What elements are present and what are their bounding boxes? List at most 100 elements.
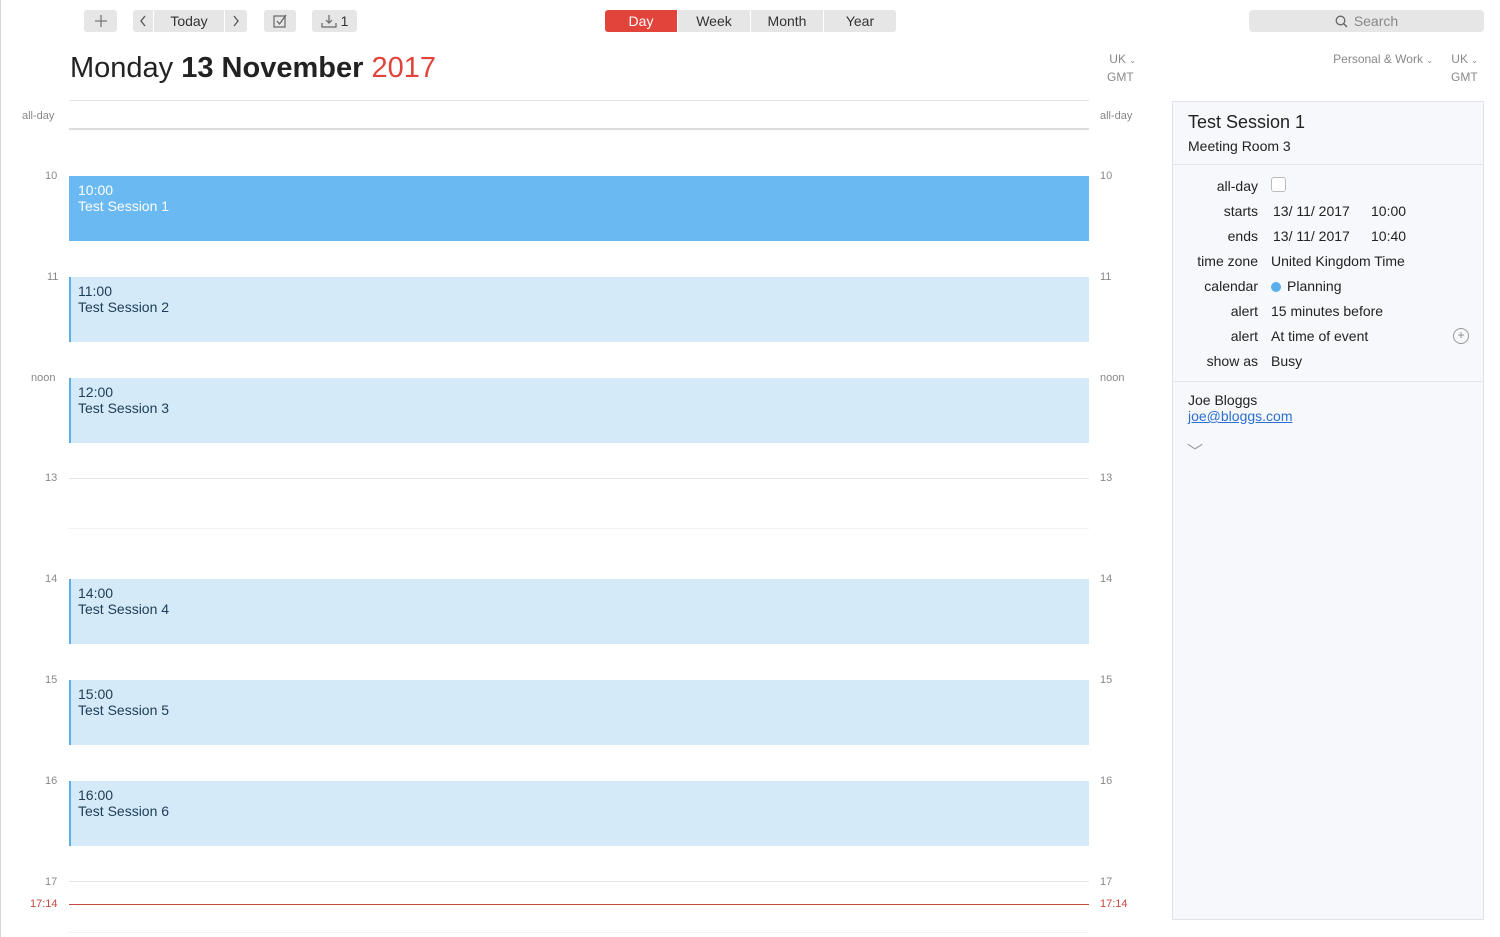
event-block[interactable]: 16:00 Test Session 6 — [69, 781, 1089, 846]
hour-label: noon — [31, 372, 56, 384]
event-time: 14:00 — [78, 585, 114, 601]
calendar-color-dot — [1271, 282, 1281, 292]
hour-label: 10 — [45, 170, 58, 182]
hour-label: 13 — [45, 472, 58, 484]
calendar-selector[interactable]: Planning — [1271, 278, 1342, 294]
timezone-zone: GMT — [1107, 70, 1134, 84]
event-time: 15:00 — [78, 686, 114, 702]
hour-label: 17 — [1100, 876, 1113, 888]
ends-label: ends — [1227, 228, 1258, 244]
hour-label: 11 — [1100, 271, 1112, 283]
add-event-button[interactable] — [84, 10, 117, 32]
half-hour-line — [69, 932, 1089, 933]
current-time-label: 17:14 — [30, 898, 58, 910]
starts-time[interactable]: 10:00 — [1371, 203, 1406, 219]
event-inspector: Test Session 1 Meeting Room 3 all-day st… — [1172, 101, 1484, 920]
chevron-down-icon: ⌄ — [1129, 56, 1136, 65]
ends-date[interactable]: 13/ 11/ 2017 — [1273, 228, 1350, 244]
event-block[interactable]: 10:00 Test Session 1 — [69, 176, 1089, 241]
alert-label: alert — [1230, 303, 1258, 319]
event-title: Test Session 1 — [78, 198, 170, 214]
timezone-selector[interactable]: UK ⌄ GMT — [1104, 51, 1136, 85]
event-title: Test Session 5 — [78, 702, 170, 718]
contact-email-link[interactable]: joe@bloggs.com — [1188, 408, 1293, 424]
hour-label: 10 — [1100, 170, 1113, 182]
event-block[interactable]: 15:00 Test Session 5 — [69, 680, 1089, 745]
event-time: 10:00 — [78, 182, 114, 198]
allday-label: all-day — [22, 110, 55, 122]
hour-label: noon — [1100, 372, 1125, 384]
inbox-button[interactable]: 1 — [312, 10, 357, 32]
inspector-timezone-selector[interactable]: UK ⌄ GMT — [1446, 51, 1478, 85]
hour-label: 11 — [47, 271, 59, 283]
hour-line — [69, 881, 1089, 882]
hour-label: 17 — [45, 876, 58, 888]
ends-time[interactable]: 10:40 — [1371, 228, 1406, 244]
event-block[interactable]: 12:00 Test Session 3 — [69, 378, 1089, 443]
hour-label: 14 — [45, 573, 58, 585]
alert-1-value[interactable]: 15 minutes before — [1271, 303, 1383, 319]
alert-2-value[interactable]: At time of event — [1271, 328, 1368, 344]
plus-icon — [94, 15, 107, 27]
timezone-region: UK — [1451, 52, 1468, 66]
hour-line — [69, 478, 1089, 479]
timezone-label: time zone — [1197, 253, 1258, 269]
add-alert-icon[interactable]: + — [1453, 328, 1469, 344]
starts-label: starts — [1223, 203, 1258, 219]
divider — [1173, 381, 1483, 382]
timezone-region: UK — [1109, 52, 1126, 66]
allday-label-right: all-day — [1100, 110, 1133, 122]
expand-chevron-icon[interactable]: ﹀ — [1187, 438, 1203, 462]
contact-name: Joe Bloggs — [1188, 392, 1258, 408]
chevron-left-icon — [140, 15, 146, 27]
view-year-tab[interactable]: Year — [824, 10, 896, 32]
title-date: 13 November — [181, 52, 364, 84]
divider — [1173, 164, 1483, 165]
hour-label: 13 — [1100, 472, 1113, 484]
search-placeholder: Search — [1353, 13, 1399, 29]
allday-checkbox[interactable] — [1271, 177, 1286, 192]
today-button[interactable]: Today — [154, 10, 224, 32]
previous-day-button[interactable] — [133, 10, 153, 32]
inspector-location[interactable]: Meeting Room 3 — [1188, 138, 1291, 154]
inspector-title[interactable]: Test Session 1 — [1188, 112, 1305, 133]
view-week-tab[interactable]: Week — [678, 10, 750, 32]
event-time: 11:00 — [78, 283, 112, 299]
calendar-label: calendar — [1204, 278, 1258, 294]
view-day-tab[interactable]: Day — [605, 10, 677, 32]
event-time: 16:00 — [78, 787, 114, 803]
hour-label: 16 — [45, 775, 58, 787]
event-time: 12:00 — [78, 384, 114, 400]
tasks-button[interactable] — [264, 10, 296, 32]
event-block[interactable]: 11:00 Test Session 2 — [69, 277, 1089, 342]
calendars-selector[interactable]: Personal & Work ⌄ — [1320, 51, 1433, 69]
hour-label: 16 — [1100, 775, 1113, 787]
event-title: Test Session 3 — [78, 400, 170, 416]
current-time-line — [69, 904, 1089, 905]
search-icon — [1335, 15, 1348, 27]
search-field[interactable]: Search — [1249, 10, 1484, 32]
current-time-label-right: 17:14 — [1100, 898, 1128, 910]
chevron-down-icon: ⌄ — [1471, 56, 1478, 65]
allday-label: all-day — [1216, 178, 1258, 194]
view-month-tab[interactable]: Month — [751, 10, 823, 32]
chevron-down-icon: ⌄ — [1426, 56, 1433, 65]
checkbox-icon — [273, 14, 287, 28]
title-weekday: Monday — [70, 52, 174, 84]
title-year: 2017 — [371, 52, 436, 84]
hour-label: 15 — [45, 674, 58, 686]
inbox-count: 1 — [340, 13, 349, 29]
event-title: Test Session 6 — [78, 803, 170, 819]
event-block[interactable]: 14:00 Test Session 4 — [69, 579, 1089, 644]
starts-date[interactable]: 13/ 11/ 2017 — [1273, 203, 1350, 219]
alert-label: alert — [1230, 328, 1258, 344]
half-hour-line — [69, 528, 1089, 529]
timezone-value[interactable]: United Kingdom Time — [1271, 253, 1405, 269]
event-title: Test Session 2 — [78, 299, 170, 315]
showas-value[interactable]: Busy — [1271, 353, 1302, 369]
left-edge-line — [0, 0, 1, 937]
inbox-download-icon — [320, 15, 337, 28]
timezone-zone: GMT — [1451, 70, 1478, 84]
next-day-button[interactable] — [225, 10, 247, 32]
event-title: Test Session 4 — [78, 601, 170, 617]
